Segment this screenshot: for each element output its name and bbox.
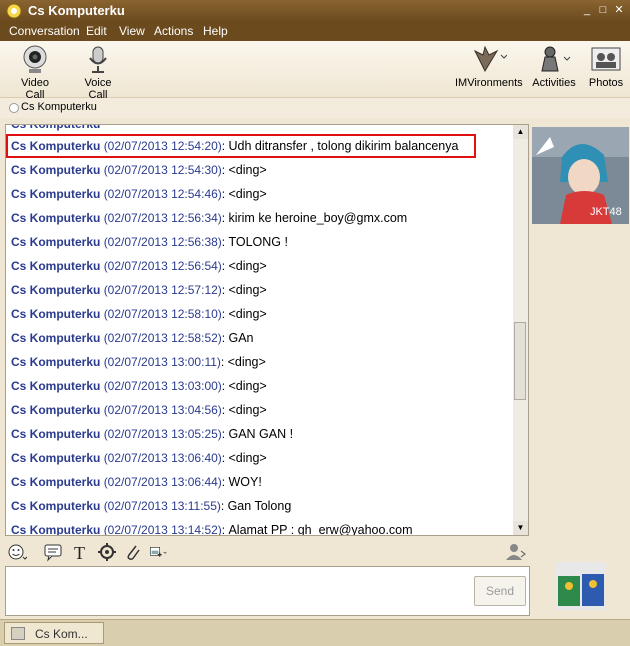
contact-name[interactable]: Cs Komputerku [21, 101, 97, 113]
svg-text:T: T [74, 543, 85, 562]
message-row: Cs Komputerku (02/07/2013 12:56:34): kir… [11, 211, 408, 225]
title-bar: Cs Komputerku _ □ ✕ [0, 0, 630, 22]
avatar-image: JKT48 [532, 127, 629, 224]
contact-bar: Cs Komputerku [0, 98, 630, 118]
photos-icon [591, 47, 621, 71]
message-row: Cs Komputerku (02/07/2013 13:14:52): Ala… [11, 523, 413, 536]
send-button[interactable]: Send [474, 576, 526, 606]
contact-details-icon[interactable] [505, 542, 527, 562]
menu-conversation[interactable]: Conversation [9, 24, 80, 38]
menu-bar: Conversation Edit View Actions Help [0, 22, 630, 41]
message-row: Cs Komputerku (02/07/2013 13:03:00): <di… [11, 379, 267, 393]
microphone-icon [89, 46, 107, 73]
message-row: Cs Komputerku (02/07/2013 13:06:40): <di… [11, 451, 267, 465]
minimize-icon[interactable]: _ [580, 3, 594, 17]
imvironments-label: IMVironments [455, 77, 523, 89]
leaf-icon [473, 45, 507, 73]
avatar-shirt-text: JKT48 [590, 206, 622, 218]
chess-pawn-icon [541, 46, 571, 72]
chat-scrollbar[interactable]: ▲ ▼ [513, 124, 529, 536]
photos-label: Photos [588, 77, 624, 89]
my-avatar[interactable] [556, 562, 606, 610]
scroll-up-icon[interactable]: ▲ [513, 125, 528, 139]
message-input[interactable] [5, 566, 530, 616]
maximize-icon[interactable]: □ [596, 3, 610, 17]
message-row: Cs Komputerku (02/07/2013 12:58:52): GAn [11, 331, 254, 345]
menu-help[interactable]: Help [203, 24, 228, 38]
voice-call-button[interactable]: Voice Call [75, 45, 121, 101]
message-row: Cs Komputerku (02/07/2013 12:54:30): <di… [11, 163, 267, 177]
message-row: Cs Komputerku (02/07/2013 13:04:56): <di… [11, 403, 267, 417]
window-title: Cs Komputerku [28, 3, 125, 18]
message-row: Cs Komputerku (02/07/2013 12:56:38): TOL… [11, 235, 288, 249]
taskbar: Cs Kom... [0, 619, 630, 646]
toolbar: Video Call Voice Call IMVironments Activ… [0, 41, 630, 101]
message-row: Cs Komputerku (02/07/2013 12:58:10): <di… [11, 307, 267, 321]
message-row: Cs Komputerku (02/07/2013 13:05:25): GAN… [11, 427, 294, 441]
attach-icon[interactable] [123, 542, 143, 562]
menu-actions[interactable]: Actions [154, 24, 193, 38]
taskbar-item-label: Cs Kom... [35, 627, 88, 641]
webcam-icon [23, 45, 47, 73]
plugin-icon[interactable] [97, 542, 117, 562]
audible-icon[interactable] [43, 542, 63, 562]
menu-edit[interactable]: Edit [86, 24, 107, 38]
activities-label: Activities [532, 77, 576, 89]
chat-history[interactable]: Cs Komputerku Cs Komputerku (02/07/2013 … [5, 124, 515, 536]
menu-view[interactable]: View [119, 24, 145, 38]
message-row: Cs Komputerku (02/07/2013 13:06:44): WOY… [11, 475, 262, 489]
video-call-button[interactable]: Video Call [12, 45, 58, 101]
message-row: Cs Komputerku (02/07/2013 12:54:20): Udh… [11, 139, 459, 153]
close-icon[interactable]: ✕ [612, 3, 626, 17]
message-row: Cs Komputerku (02/07/2013 12:54:46): <di… [11, 187, 267, 201]
taskbar-item-conversation[interactable]: Cs Kom... [4, 622, 104, 644]
message-row: Cs Komputerku (02/07/2013 13:00:11): <di… [11, 355, 266, 369]
font-icon[interactable]: T [71, 542, 91, 562]
messenger-icon [6, 3, 22, 19]
buddy-avatar[interactable]: JKT48 [532, 127, 629, 224]
scroll-thumb[interactable] [514, 322, 526, 400]
formatting-bar: T [5, 539, 528, 565]
conversation-window-icon [11, 627, 25, 640]
status-indicator-icon [9, 103, 19, 113]
message-row: Cs Komputerku (02/07/2013 12:56:54): <di… [11, 259, 267, 273]
imvironments-button[interactable]: IMVironments [455, 45, 523, 89]
activities-button[interactable]: Activities [532, 45, 576, 89]
photos-button[interactable]: Photos [587, 45, 625, 89]
message-row: Cs Komputerku (02/07/2013 12:57:12): <di… [11, 283, 267, 297]
my-avatar-image [556, 562, 606, 610]
emoticon-icon[interactable] [7, 542, 27, 562]
insert-picture-icon[interactable] [149, 542, 169, 562]
scroll-down-icon[interactable]: ▼ [513, 521, 528, 535]
message-row: Cs Komputerku (02/07/2013 13:11:55): Gan… [11, 499, 292, 513]
